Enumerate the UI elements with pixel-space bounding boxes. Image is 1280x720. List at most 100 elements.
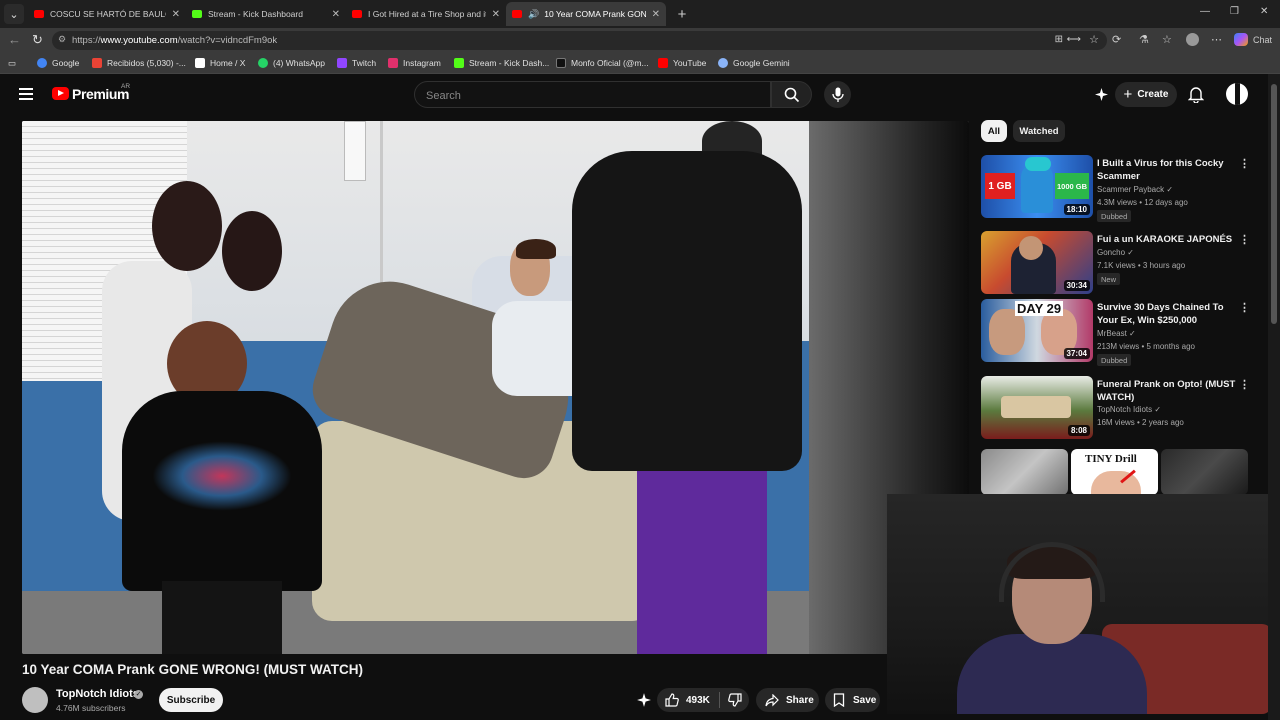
recommended-channel[interactable]: TopNotch Idiots ✓	[1097, 405, 1161, 414]
short-thumbnail[interactable]	[981, 449, 1068, 495]
bookmark-google[interactable]: Google	[37, 56, 79, 70]
bookmark-gemini[interactable]: Google Gemini	[718, 56, 790, 70]
short-thumbnail[interactable]	[1161, 449, 1248, 495]
page-scrollbar[interactable]	[1268, 74, 1280, 720]
search-button[interactable]	[771, 81, 812, 108]
url-bar[interactable]: ⚙ https://www.youtube.com/watch?v=vidncd…	[52, 31, 1107, 50]
more-actions-icon[interactable]: ⋮	[1239, 233, 1250, 246]
recommended-video-title[interactable]: Survive 30 Days Chained To Your Ex, Win …	[1097, 301, 1237, 327]
more-actions-icon[interactable]: ⋮	[1239, 301, 1250, 314]
create-button[interactable]: + Create	[1115, 82, 1177, 107]
install-app-icon[interactable]: ⊞	[1055, 34, 1063, 45]
address-toolbar: ← ↻ ⚙ https://www.youtube.com/watch?v=vi…	[0, 28, 1280, 52]
restore-icon[interactable]: ❐	[1230, 6, 1239, 17]
extension-refresh-icon[interactable]: ⟳	[1112, 33, 1121, 46]
copilot-chat-label[interactable]: Chat	[1253, 35, 1272, 45]
favorites-icon[interactable]: ☆	[1162, 33, 1172, 46]
recommended-video-title[interactable]: Fui a un KARAOKE JAPONÉS	[1097, 233, 1237, 246]
bookmark-gmail[interactable]: Recibidos (5,030) -...	[92, 56, 186, 70]
tab-title: COSCU SE HARTÓ DE BAULO Y LL	[50, 9, 166, 19]
chip-all[interactable]: All	[981, 120, 1007, 142]
tab-search-chevron-icon[interactable]: ⌄	[4, 4, 24, 24]
bookmark-tiktok[interactable]: Monfo Oficial (@m...	[556, 56, 649, 70]
video-thumbnail[interactable]: DAY 29 37:04	[981, 299, 1093, 362]
menu-hamburger-icon[interactable]	[19, 88, 33, 100]
account-avatar[interactable]	[1226, 83, 1248, 105]
more-actions-icon[interactable]: ⋮	[1239, 157, 1250, 170]
chip-watched[interactable]: Watched	[1013, 120, 1065, 142]
browser-tab[interactable]: Stream - Kick Dashboard ✕	[186, 2, 346, 26]
sparkle-ai-icon[interactable]	[1094, 87, 1109, 102]
translate-icon[interactable]: ⟷	[1067, 34, 1081, 45]
recommended-channel[interactable]: MrBeast ✓	[1097, 329, 1136, 338]
youtube-favicon-icon	[352, 10, 362, 18]
recommended-channel[interactable]: Goncho ✓	[1097, 248, 1134, 257]
recommended-video-title[interactable]: I Built a Virus for this Cocky Scammer	[1097, 157, 1237, 183]
youtube-logo-icon[interactable]	[52, 87, 69, 100]
bookmark-kick[interactable]: Stream - Kick Dash...	[454, 56, 549, 70]
video-title: 10 Year COMA Prank GONE WRONG! (MUST WAT…	[22, 662, 364, 677]
video-player[interactable]	[22, 121, 969, 654]
bookmark-youtube[interactable]: YouTube	[658, 56, 706, 70]
recommended-video[interactable]: 1 GB 1000 GB 18:10 I Built a Virus for t…	[981, 155, 1266, 222]
recommended-video[interactable]: 8:08 Funeral Prank on Opto! (MUST WATCH)…	[981, 376, 1266, 440]
close-tab-icon[interactable]: ✕	[492, 9, 500, 20]
bookmark-instagram[interactable]: Instagram	[388, 56, 441, 70]
recommended-video-title[interactable]: Funeral Prank on Opto! (MUST WATCH)	[1097, 378, 1237, 404]
tab-title: 10 Year COMA Prank GONE W	[544, 9, 646, 19]
youtube-favicon-icon	[34, 10, 44, 18]
close-tab-icon[interactable]: ✕	[172, 9, 180, 20]
like-button[interactable]: 493K	[657, 693, 719, 707]
sidebar-toggle-icon[interactable]: ▭	[8, 56, 16, 70]
video-duration: 8:08	[1067, 425, 1090, 436]
recommended-channel[interactable]: Scammer Payback ✓	[1097, 185, 1173, 194]
back-icon[interactable]: ←	[8, 32, 21, 47]
browser-tab-bar: ⌄ COSCU SE HARTÓ DE BAULO Y LL ✕ Stream …	[0, 0, 1280, 28]
bookmark-whatsapp[interactable]: (4) WhatsApp	[258, 56, 325, 70]
new-tab-button[interactable]: +	[672, 4, 692, 24]
browser-tab[interactable]: I Got Hired at a Tire Shop and it W ✕	[346, 2, 506, 26]
kick-favicon-icon	[192, 10, 202, 18]
more-actions-icon[interactable]: ⋮	[1239, 378, 1250, 391]
thumbnail-text: 1 GB	[985, 173, 1015, 199]
minimize-icon[interactable]: —	[1200, 6, 1210, 17]
ask-sparkle-icon[interactable]	[636, 692, 652, 708]
recommended-video[interactable]: 30:34 Fui a un KARAOKE JAPONÉS Goncho ✓ …	[981, 231, 1266, 295]
dislike-button[interactable]	[720, 693, 742, 707]
channel-name[interactable]: TopNotch Idiots	[56, 688, 139, 700]
bookmark-x[interactable]: Home / X	[195, 56, 245, 70]
search-input[interactable]: Search	[414, 81, 771, 108]
browser-menu-icon[interactable]: ⋯	[1211, 33, 1222, 46]
notifications-bell-icon[interactable]	[1188, 86, 1204, 103]
speaker-icon[interactable]: 🔊	[528, 9, 539, 20]
view-count-age: 213M views • 5 months ago	[1097, 342, 1195, 351]
bookmark-twitch[interactable]: Twitch	[337, 56, 376, 70]
scrollbar-thumb[interactable]	[1271, 84, 1277, 324]
close-tab-icon[interactable]: ✕	[652, 9, 660, 20]
short-thumbnail[interactable]: TINY Drill	[1071, 449, 1158, 495]
recommended-video[interactable]: DAY 29 37:04 Survive 30 Days Chained To …	[981, 299, 1266, 366]
kick-icon	[454, 58, 464, 68]
save-playlist-icon	[833, 693, 845, 707]
url-domain: www.youtube.com	[100, 35, 178, 46]
browser-tab-active[interactable]: 🔊 10 Year COMA Prank GONE W ✕	[506, 2, 666, 26]
country-code: AR	[121, 83, 131, 90]
bookmark-star-icon[interactable]: ☆	[1089, 33, 1099, 46]
share-button[interactable]: Share	[756, 688, 819, 712]
browser-tab[interactable]: COSCU SE HARTÓ DE BAULO Y LL ✕	[28, 2, 186, 26]
video-thumbnail[interactable]: 30:34	[981, 231, 1093, 294]
video-thumbnail[interactable]: 1 GB 1000 GB 18:10	[981, 155, 1093, 218]
voice-search-button[interactable]	[824, 81, 851, 108]
reload-icon[interactable]: ↻	[32, 32, 43, 48]
save-button[interactable]: Save	[825, 688, 880, 712]
close-window-icon[interactable]: ✕	[1260, 6, 1268, 17]
site-info-icon[interactable]: ⚙	[58, 34, 66, 45]
video-thumbnail[interactable]: 8:08	[981, 376, 1093, 439]
extensions-icon[interactable]: ⚗	[1139, 33, 1149, 46]
channel-avatar[interactable]	[22, 687, 48, 713]
search-placeholder: Search	[426, 90, 461, 102]
close-tab-icon[interactable]: ✕	[332, 9, 340, 20]
profile-avatar[interactable]	[1186, 33, 1199, 46]
subscribe-button[interactable]: Subscribe	[159, 688, 223, 712]
copilot-icon[interactable]	[1234, 33, 1248, 46]
